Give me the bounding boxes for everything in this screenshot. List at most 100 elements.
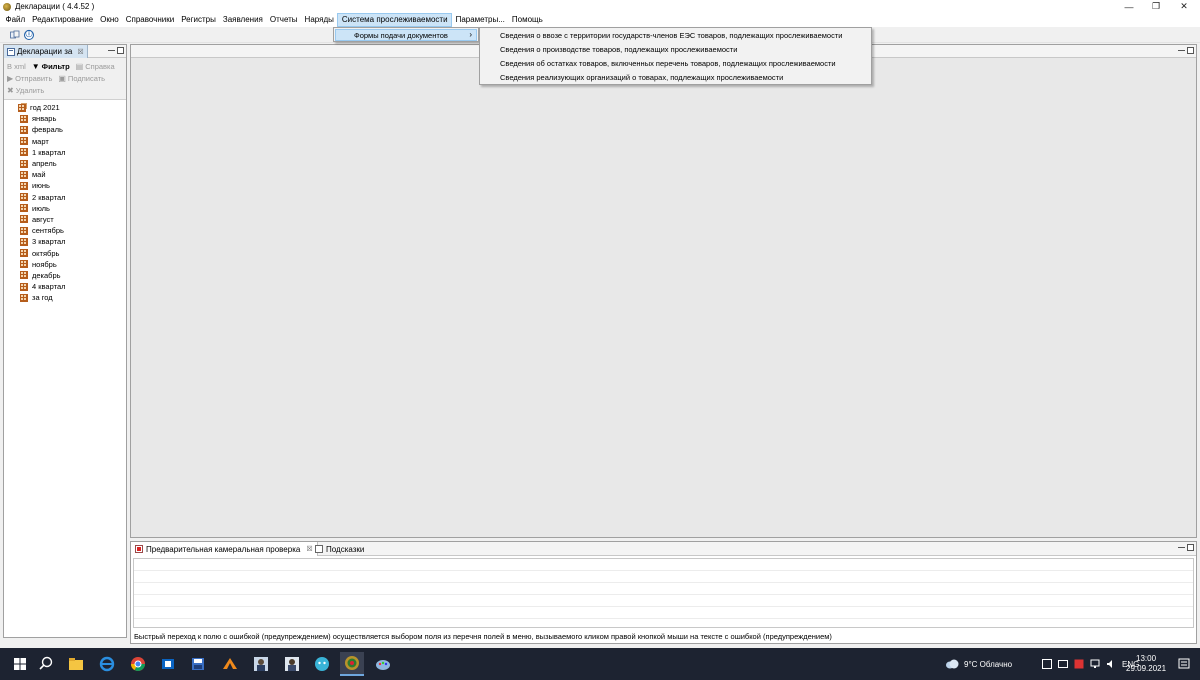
declarations-app-icon <box>345 656 359 670</box>
tree-node[interactable]: июнь <box>4 180 126 191</box>
tray-app-icon[interactable] <box>1042 659 1052 669</box>
delete-button[interactable]: ✖ Удалить <box>7 86 44 95</box>
tree-node[interactable]: март <box>4 136 126 147</box>
declarations-tab-label: Декларации за <box>17 47 73 56</box>
menu-window[interactable]: Окно <box>97 13 123 27</box>
period-icon <box>20 282 28 291</box>
chrome-icon[interactable] <box>126 652 150 676</box>
tree-node[interactable]: май <box>4 169 126 180</box>
help-button[interactable]: ▤ Справка <box>76 62 115 71</box>
menu-edit[interactable]: Редактирование <box>29 13 97 27</box>
tree-node[interactable]: январь <box>4 113 126 124</box>
menu-traceability-system[interactable]: Система прослеживаемости <box>337 13 453 27</box>
menu-reports[interactable]: Отчеты <box>266 13 301 27</box>
tab-declarations[interactable]: Декларации за ☒ <box>4 45 88 58</box>
app-logo-icon <box>3 2 11 11</box>
period-group-icon <box>18 103 26 112</box>
tree-node[interactable]: февраль <box>4 124 126 135</box>
tab-hints[interactable]: Подсказки <box>311 542 368 556</box>
filter-button[interactable]: ▼ Фильтр <box>32 62 70 71</box>
send-button[interactable]: ▶ Отправить <box>7 74 52 83</box>
menu-applications[interactable]: Заявления <box>219 13 266 27</box>
weather-text: 9°C Облачно <box>964 659 1013 669</box>
tree-node[interactable]: ноябрь <box>4 259 126 270</box>
outlook-icon[interactable] <box>156 652 180 676</box>
tree-node[interactable]: август <box>4 214 126 225</box>
info-icon[interactable]: ⓘ <box>24 30 34 40</box>
check-results-table[interactable] <box>133 558 1194 628</box>
user-photo-icon[interactable] <box>280 652 304 676</box>
notifications-icon[interactable] <box>1176 648 1192 680</box>
clock[interactable]: 13:00 29.09.2021 <box>1126 648 1166 680</box>
weather-widget[interactable]: 9°C Облачно <box>945 648 1012 680</box>
menu-help[interactable]: Помощь <box>508 13 546 27</box>
tree-node[interactable]: 4 квартал <box>4 281 126 292</box>
user-photo-icon[interactable] <box>249 652 273 676</box>
tray-alert-icon[interactable] <box>1074 659 1084 669</box>
close-tab-icon[interactable]: ☒ <box>77 48 83 56</box>
tab-preliminary-check[interactable]: Предварительная камеральная проверка ☒ <box>131 542 318 556</box>
maximize-check-panel-icon[interactable] <box>1187 544 1194 551</box>
tree-node-year[interactable]: год 2021 <box>4 102 126 113</box>
period-icon <box>20 204 28 213</box>
period-icon <box>20 114 28 123</box>
traceability-menu: Формы подачи документов › <box>333 27 479 42</box>
tree-node[interactable]: сентябрь <box>4 225 126 236</box>
menu-item-production-info[interactable]: Сведения о производстве товаров, подлежа… <box>480 43 871 57</box>
app-wings-icon[interactable] <box>218 652 242 676</box>
maximize-panel-icon[interactable] <box>117 47 124 54</box>
export-xml-button[interactable]: В xml <box>7 62 26 71</box>
tree-node[interactable]: декабрь <box>4 270 126 281</box>
menu-item-import-info[interactable]: Сведения о ввозе с территории государств… <box>480 29 871 43</box>
period-icon <box>20 137 28 146</box>
tree-node[interactable]: 1 квартал <box>4 147 126 158</box>
menu-orders[interactable]: Наряды <box>301 13 337 27</box>
certificate-icon: ▣ <box>58 73 66 83</box>
volume-icon[interactable] <box>1106 659 1116 669</box>
close-button[interactable]: ✕ <box>1170 0 1198 13</box>
restore-button[interactable]: ❐ <box>1142 0 1170 13</box>
network-icon[interactable] <box>1090 659 1100 669</box>
paint-icon[interactable] <box>371 652 395 676</box>
tree-node[interactable]: 2 квартал <box>4 192 126 203</box>
period-icon <box>20 148 28 157</box>
sync-icon[interactable] <box>10 30 20 40</box>
minimize-button[interactable]: — <box>1115 0 1143 13</box>
tree-node[interactable]: июль <box>4 203 126 214</box>
menu-item-remains-info[interactable]: Сведения об остатках товаров, включенных… <box>480 57 871 71</box>
minimize-panel-icon[interactable] <box>108 50 115 52</box>
menu-item-sellers-info[interactable]: Сведения реализующих организаций о товар… <box>480 71 871 85</box>
hint-icon <box>315 545 323 553</box>
declarations-app-button[interactable] <box>340 652 364 676</box>
declarations-actions: В xml ▼ Фильтр ▤ Справка ▶ Отправить ▣ Подпи… <box>4 58 126 100</box>
warning-icon <box>135 545 143 553</box>
search-icon[interactable] <box>34 652 58 676</box>
minimize-editor-icon[interactable] <box>1178 50 1185 52</box>
minimize-check-panel-icon[interactable] <box>1178 547 1185 549</box>
tree-node[interactable]: за год <box>4 292 126 303</box>
period-icon <box>20 226 28 235</box>
declarations-panel: Декларации за ☒ В xml ▼ Фильтр ▤ Справка ▶… <box>3 44 127 638</box>
menu-registers[interactable]: Регистры <box>178 13 220 27</box>
cloud-icon <box>946 659 959 669</box>
maximize-editor-icon[interactable] <box>1187 47 1194 54</box>
menu-file[interactable]: Файл <box>2 13 29 27</box>
tree-node[interactable]: октябрь <box>4 247 126 258</box>
system-tray: ENG <box>1042 648 1139 680</box>
tree-node[interactable]: 3 квартал <box>4 236 126 247</box>
period-icon <box>20 249 28 258</box>
period-icon <box>20 125 28 134</box>
save-disk-icon[interactable] <box>186 652 210 676</box>
internet-explorer-icon[interactable] <box>95 652 119 676</box>
menu-item-submission-forms[interactable]: Формы подачи документов › <box>335 29 477 41</box>
sign-button[interactable]: ▣ Подписать <box>58 74 105 83</box>
menu-references[interactable]: Справочники <box>122 13 177 27</box>
check-panel-header: Предварительная камеральная проверка ☒ П… <box>131 542 1196 556</box>
file-explorer-icon[interactable] <box>64 652 88 676</box>
menu-parameters[interactable]: Параметры... <box>452 13 508 27</box>
tree-node[interactable]: апрель <box>4 158 126 169</box>
check-panel-hint-text: Быстрый переход к полю с ошибкой (предуп… <box>134 632 832 641</box>
windows-start-icon[interactable] <box>8 652 32 676</box>
chat-app-icon[interactable] <box>310 652 334 676</box>
tray-window-icon[interactable] <box>1058 659 1068 669</box>
